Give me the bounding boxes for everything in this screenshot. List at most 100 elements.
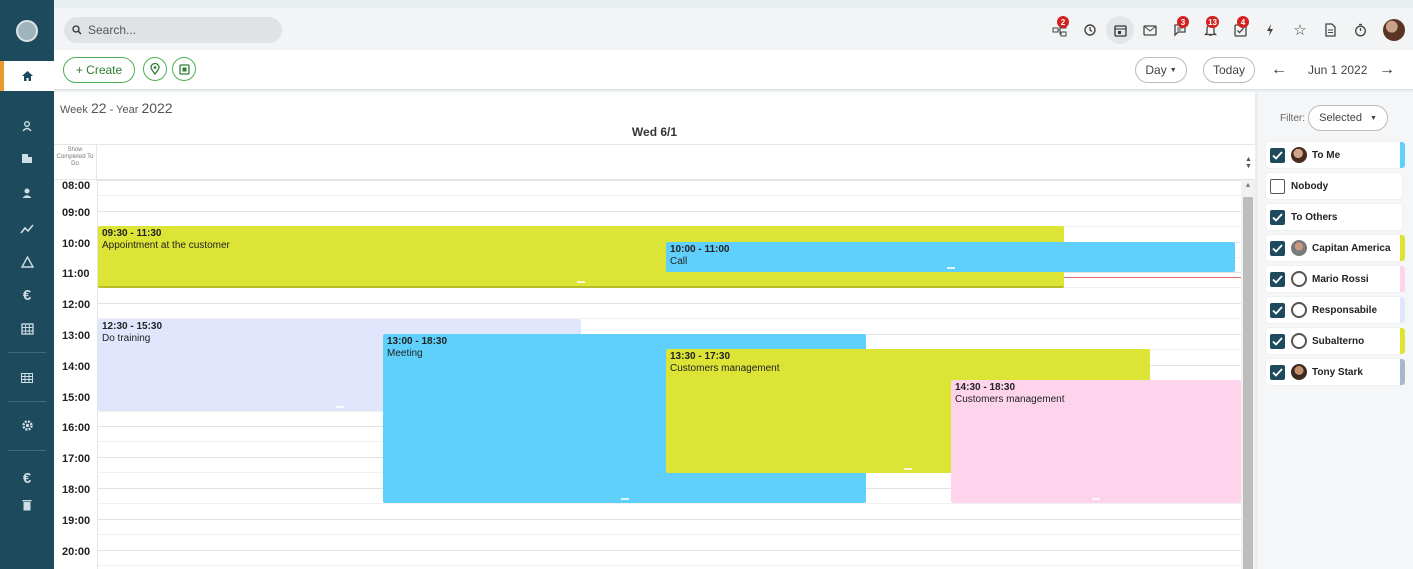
- color-marker: [1400, 328, 1405, 354]
- resize-handle[interactable]: [335, 405, 344, 408]
- day-calendar: Week 22 - Year 2022 Wed 6/1 Show Complet…: [54, 92, 1255, 569]
- sidebar: € €: [0, 0, 54, 569]
- resize-handle[interactable]: [904, 467, 912, 470]
- filter-item[interactable]: Capitan America: [1266, 235, 1405, 261]
- chat-badge: 3: [1177, 16, 1189, 28]
- euro-icon[interactable]: €: [0, 463, 54, 493]
- search-placeholder: Search...: [88, 23, 137, 37]
- resize-handle[interactable]: [620, 498, 629, 501]
- scroll-up-icon[interactable]: ▲: [1245, 156, 1252, 163]
- current-date: Jun 1 2022: [1308, 63, 1368, 77]
- user-avatar: [1291, 271, 1307, 287]
- half-hour-line: [98, 195, 1241, 196]
- color-marker: [1400, 359, 1405, 385]
- trash-icon[interactable]: [0, 490, 54, 520]
- history-icon[interactable]: [1075, 16, 1105, 44]
- filter-item[interactable]: To Others: [1266, 204, 1402, 230]
- caret-down-icon: ▼: [1169, 66, 1177, 74]
- hour-label: 17:00: [62, 453, 91, 466]
- workflow-icon[interactable]: 2: [1045, 16, 1075, 44]
- checkbox[interactable]: [1270, 302, 1285, 318]
- filter-item[interactable]: Mario Rossi: [1266, 266, 1405, 292]
- grid-icon[interactable]: [0, 314, 54, 344]
- chat-icon[interactable]: 3: [1165, 16, 1195, 44]
- search-input[interactable]: Search...: [64, 17, 282, 43]
- home-icon[interactable]: [0, 61, 54, 91]
- resize-handle[interactable]: [946, 267, 955, 270]
- calendar-event[interactable]: 10:00 - 11:00 Call: [666, 241, 1235, 273]
- calendar-event[interactable]: 14:30 - 18:30 Customers management: [951, 380, 1241, 504]
- filter-select[interactable]: Selected ▼: [1308, 105, 1388, 131]
- scrollbar-thumb[interactable]: [1243, 197, 1253, 569]
- user-avatar[interactable]: [1375, 16, 1413, 44]
- checkbox[interactable]: [1270, 364, 1285, 380]
- week-label: Week 22 - Year 2022: [60, 100, 173, 116]
- app-logo[interactable]: [16, 20, 38, 42]
- trend-icon[interactable]: [0, 214, 54, 244]
- half-hour-line: [98, 533, 1241, 535]
- color-marker: [1400, 297, 1405, 323]
- filter-item[interactable]: Subalterno: [1266, 328, 1405, 354]
- checkbox[interactable]: [1270, 178, 1285, 194]
- week-prefix: Week: [60, 104, 88, 116]
- show-completed-todo[interactable]: Show Completed To Do: [54, 145, 97, 181]
- document-icon[interactable]: [1315, 16, 1345, 44]
- table-icon[interactable]: [0, 363, 54, 393]
- user-icon[interactable]: [0, 111, 54, 141]
- flash-icon[interactable]: [1255, 16, 1285, 44]
- mail-icon[interactable]: [1135, 16, 1165, 44]
- resize-handle[interactable]: [577, 280, 585, 283]
- filter-item-label: To Me: [1312, 149, 1341, 161]
- resize-handle[interactable]: [1092, 498, 1100, 501]
- view-select[interactable]: Day ▼: [1135, 57, 1187, 83]
- create-button[interactable]: + Create: [63, 57, 135, 83]
- checkbox[interactable]: [1270, 271, 1285, 287]
- today-button[interactable]: Today: [1203, 57, 1255, 83]
- scroll-down-icon[interactable]: ▼: [1245, 163, 1252, 170]
- hour-line: [98, 210, 1241, 212]
- prev-arrow-icon[interactable]: ←: [1270, 57, 1288, 83]
- timer-icon[interactable]: [1345, 16, 1375, 44]
- checkbox[interactable]: [1270, 333, 1285, 349]
- scroll-up-icon[interactable]: ▲: [1241, 182, 1255, 189]
- hour-row[interactable]: 08:00: [54, 180, 1241, 211]
- user-avatar: [1291, 240, 1307, 256]
- time-grid[interactable]: ▲ 08:00 09:00 10:00 11:00 12:00 13:00 14:00 15:…: [54, 180, 1255, 569]
- calendar-icon[interactable]: [1106, 16, 1134, 44]
- hour-label: 14:00: [62, 360, 91, 373]
- building-icon[interactable]: [0, 143, 54, 173]
- color-marker: [1400, 266, 1405, 292]
- map-button[interactable]: [172, 57, 196, 81]
- filter-item[interactable]: Responsabile: [1266, 297, 1405, 323]
- settings-icon[interactable]: [0, 410, 54, 440]
- view-label: Day: [1145, 63, 1167, 77]
- location-button[interactable]: [143, 57, 167, 81]
- hour-row[interactable]: 20:00: [54, 546, 1241, 569]
- filter-item[interactable]: Tony Stark: [1266, 359, 1405, 385]
- checkbox[interactable]: [1270, 209, 1285, 225]
- vertical-scrollbar[interactable]: ▲: [1241, 180, 1255, 569]
- contact-icon[interactable]: [0, 178, 54, 208]
- bell-icon[interactable]: 13: [1195, 16, 1225, 44]
- checkbox[interactable]: [1270, 240, 1285, 256]
- day-header: Wed 6/1: [631, 125, 678, 139]
- user-avatar: [1291, 147, 1307, 163]
- tasks-icon[interactable]: 4: [1225, 16, 1255, 44]
- hour-row[interactable]: 19:00: [54, 515, 1241, 550]
- filter-item-label: To Others: [1291, 211, 1338, 223]
- event-title: Customers management: [955, 394, 1065, 406]
- allday-scroll[interactable]: ▲ ▼: [1242, 145, 1255, 181]
- checkbox[interactable]: [1270, 147, 1285, 163]
- hour-label: 10:00: [62, 237, 91, 250]
- all-day-row[interactable]: Show Completed To Do ▲ ▼: [54, 144, 1255, 181]
- filter-item[interactable]: To Me: [1266, 142, 1405, 168]
- filter-item[interactable]: Nobody: [1266, 173, 1402, 199]
- user-avatar: [1291, 302, 1307, 318]
- hour-label: 19:00: [62, 514, 91, 527]
- euro-icon[interactable]: €: [0, 280, 54, 310]
- star-icon[interactable]: ☆: [1285, 16, 1315, 44]
- warning-icon[interactable]: [0, 247, 54, 277]
- next-arrow-icon[interactable]: →: [1378, 57, 1396, 83]
- top-bar: Search... 2 3 13 4 ☆: [54, 8, 1413, 50]
- sidebar-divider: [8, 450, 46, 451]
